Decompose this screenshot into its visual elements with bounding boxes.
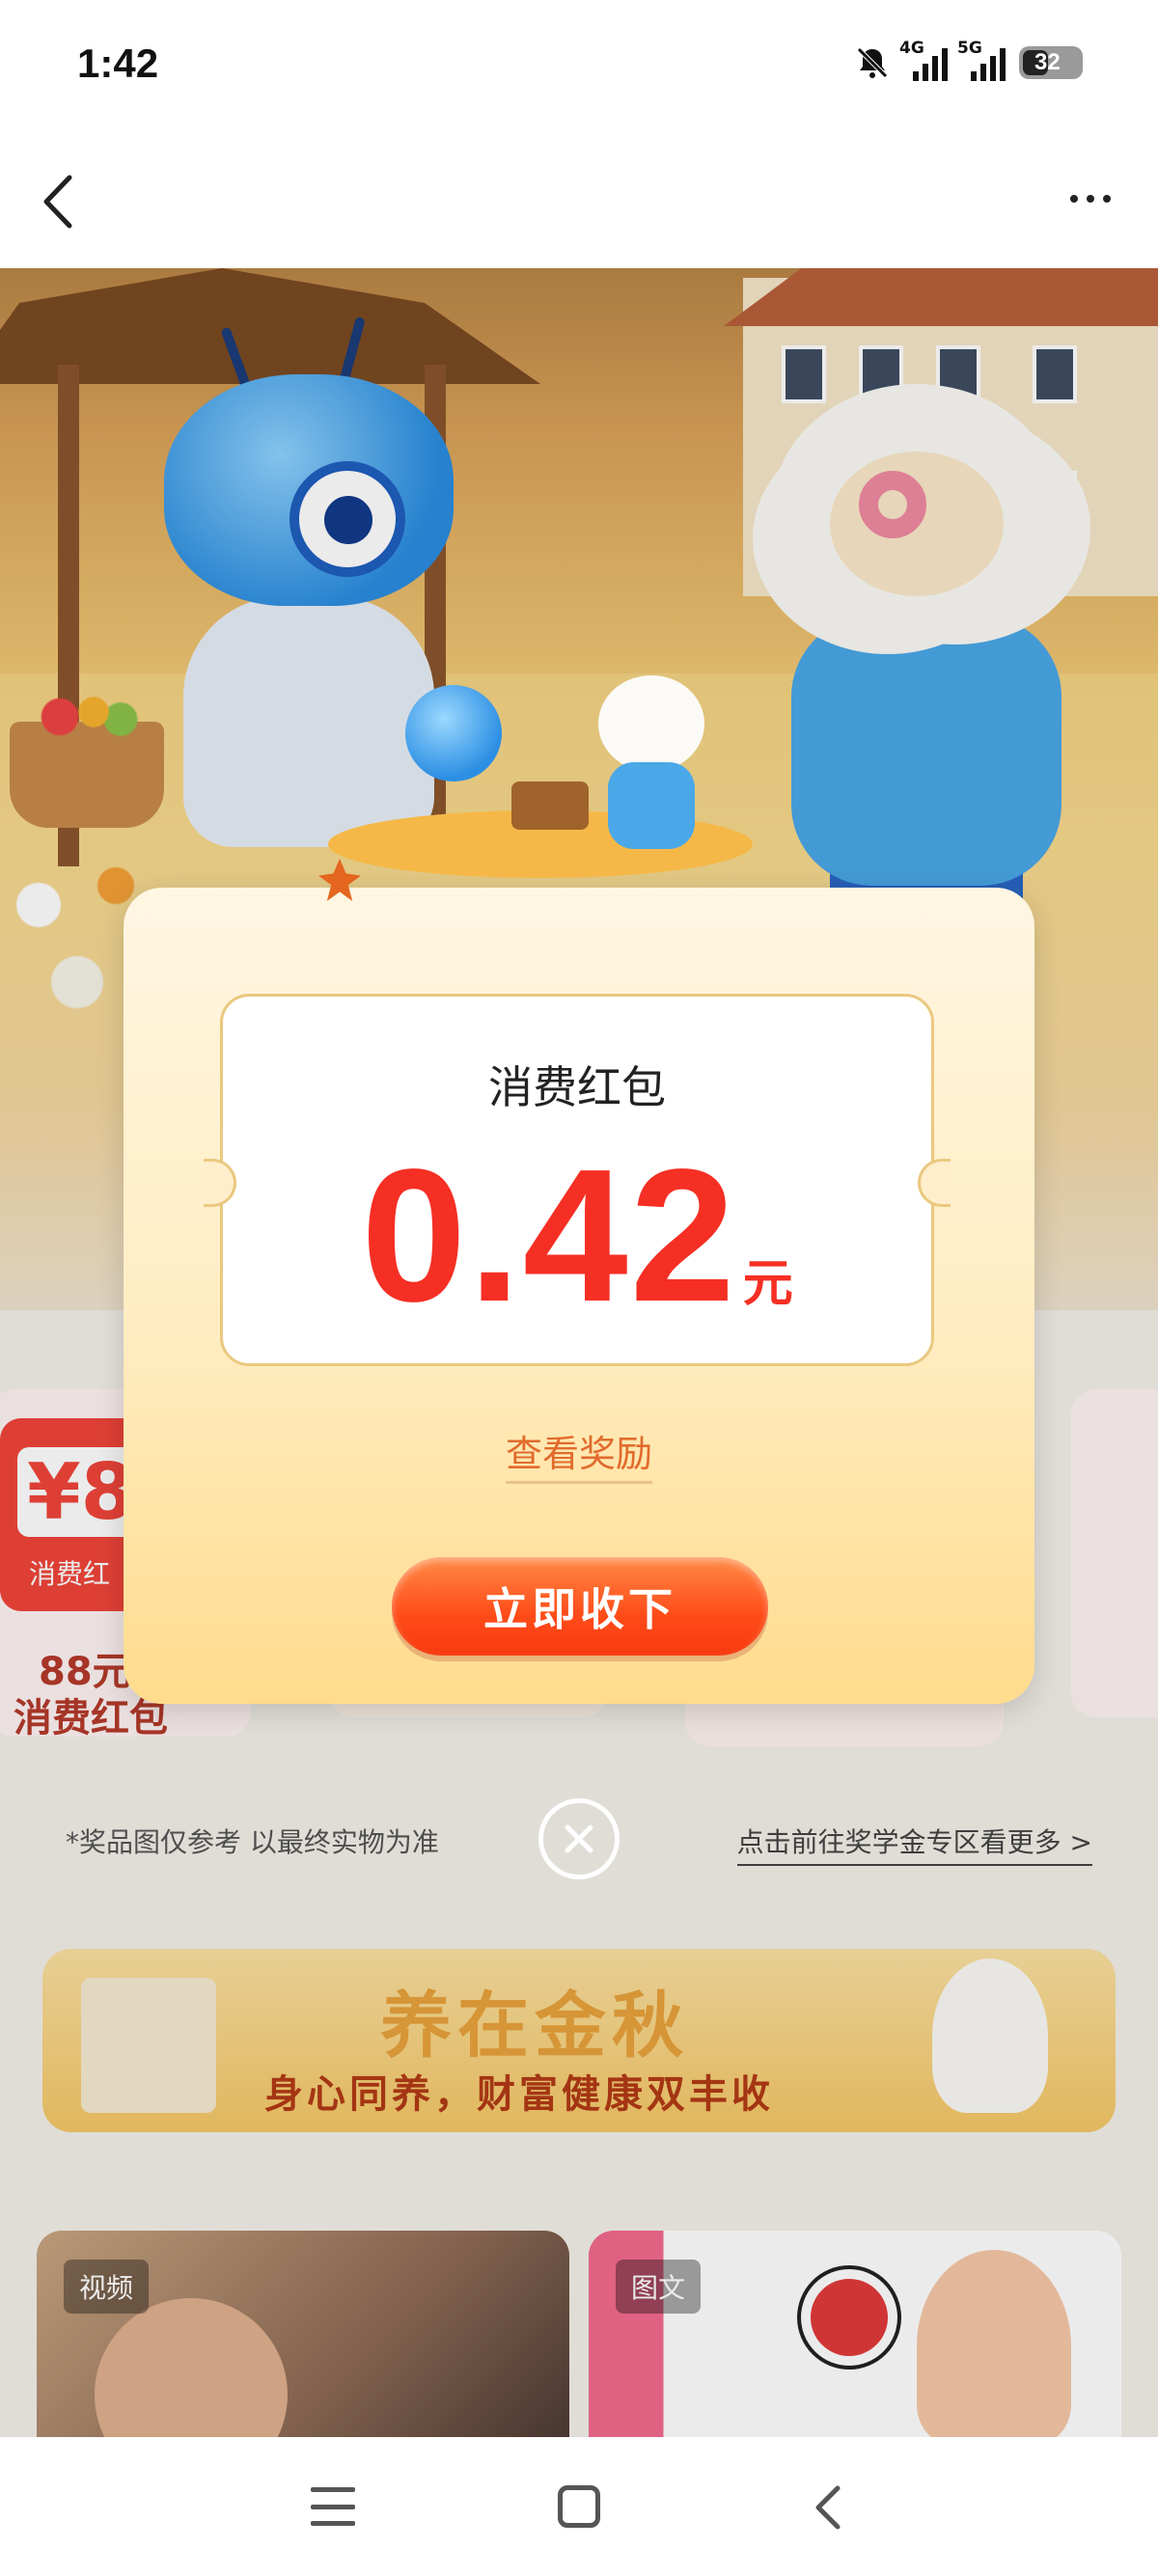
- red-packet-modal: 消费红包 0.42 元 查看奖励 立即收下: [124, 888, 1034, 1704]
- accept-button[interactable]: 立即收下: [392, 1557, 768, 1656]
- status-bar: 1:42 4G 5G 32: [0, 0, 1158, 131]
- status-icons: 4G 5G 32: [855, 39, 1083, 83]
- signal-icon: 5G: [957, 39, 1006, 81]
- close-circle-icon[interactable]: [538, 1798, 620, 1879]
- chevron-left-icon[interactable]: [29, 168, 87, 235]
- coupon-title: 消费红包: [488, 1061, 666, 1113]
- bell-off-icon: [857, 47, 888, 78]
- coupon-unit: 元: [742, 1255, 793, 1313]
- mascot-scene: [318, 666, 772, 901]
- close-icon: [565, 1824, 593, 1853]
- view-reward-link-wrap: 查看奖励: [124, 1424, 1034, 1484]
- home-square-icon[interactable]: [558, 2485, 600, 2528]
- nav-bar: [0, 131, 1158, 268]
- network-label-5g: 5G: [957, 39, 982, 58]
- coupon-amount: 0.42: [361, 1130, 737, 1341]
- system-nav-bar: [0, 2437, 1158, 2576]
- coupon-amount-wrap: 0.42 元: [223, 1141, 931, 1330]
- network-label-4g: 4G: [899, 39, 924, 58]
- signal-icon: 4G: [899, 39, 948, 81]
- status-time: 1:42: [77, 41, 159, 86]
- battery-level: 32: [1034, 49, 1061, 75]
- menu-icon[interactable]: [311, 2487, 355, 2526]
- battery-icon: 32: [1019, 46, 1083, 79]
- back-chevron-icon[interactable]: [809, 2483, 847, 2532]
- more-dots-icon[interactable]: [1052, 170, 1129, 228]
- coupon-ticket: 消费红包 0.42 元: [204, 994, 951, 1366]
- view-reward-link[interactable]: 查看奖励: [505, 1433, 652, 1484]
